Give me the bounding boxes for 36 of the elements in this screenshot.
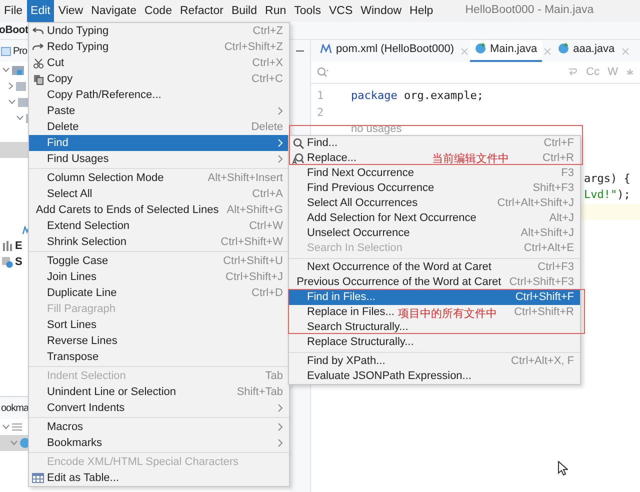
shortcut-label: Tab xyxy=(265,368,283,384)
shortcut-label: Ctrl+C xyxy=(252,72,283,87)
shortcut-label: Ctrl+A xyxy=(252,186,283,202)
shortcut-label: Alt+Shift+G xyxy=(226,202,283,218)
shortcut-label: Ctrl+F3 xyxy=(538,260,574,276)
shortcut-label: Ctrl+R xyxy=(542,151,574,166)
shortcut-label: Ctrl+Shift+F xyxy=(515,290,574,306)
shortcut-label: Ctrl+D xyxy=(252,286,283,301)
shortcut-label: Shift+Tab xyxy=(236,384,283,400)
shortcut-label: Ctrl+F xyxy=(544,136,574,152)
line-number: 1 xyxy=(316,88,325,104)
window-title: HelloBoot000 - Main.java xyxy=(465,3,594,18)
code-line: args) { xyxy=(584,170,630,186)
shortcut-label: Ctrl+Z xyxy=(252,24,283,39)
usage-hint: no usages xyxy=(351,122,402,137)
annotation-text: 项目中的所有文件中 xyxy=(398,306,497,322)
shortcut-label: Alt+J xyxy=(549,211,574,226)
shortcut-label: Ctrl+Shift+F3 xyxy=(509,275,574,290)
shortcut-label: Ctrl+Shift+Z xyxy=(224,40,283,55)
code-line: Lvd!"); xyxy=(584,187,630,203)
shortcut-label: Ctrl+Shift+U xyxy=(223,254,283,269)
shortcut-label: Ctrl+Alt+X, F xyxy=(511,354,574,370)
line-number: 2 xyxy=(316,104,325,120)
shortcut-label: Ctrl+Shift+J xyxy=(226,270,283,285)
shortcut-label: F3 xyxy=(561,166,574,182)
shortcut-label: Ctrl+Alt+Shift+J xyxy=(497,196,574,212)
shortcut-label: Ctrl+W xyxy=(249,218,283,234)
code-line: package org.example; xyxy=(351,88,484,104)
shortcut-label: Ctrl+X xyxy=(252,56,283,71)
shortcut-label: Ctrl+Alt+E xyxy=(524,241,574,256)
shortcut-label: Alt+Shift+Insert xyxy=(208,170,283,186)
shortcut-label: Shift+F3 xyxy=(532,181,574,196)
shortcut-label: Ctrl+Shift+W xyxy=(220,234,283,250)
shortcut-label: Delete xyxy=(251,120,283,135)
annotation-text: 当前编辑文件中 xyxy=(432,151,509,167)
shortcut-label: Alt+Shift+J xyxy=(520,226,574,242)
